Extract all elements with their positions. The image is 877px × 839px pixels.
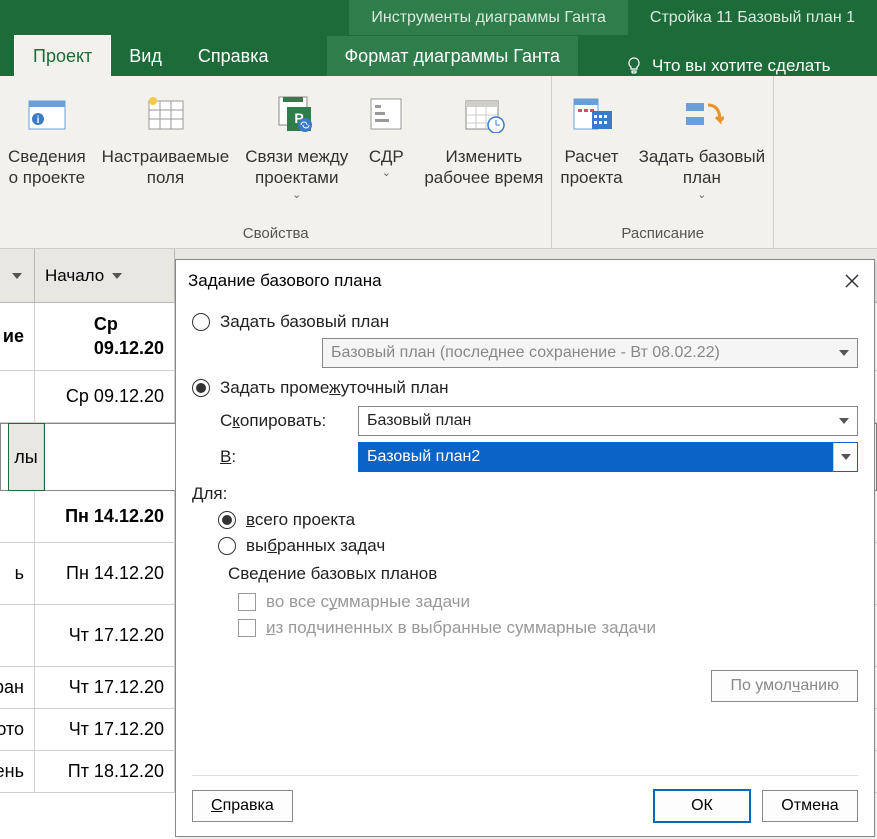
label: Начало bbox=[45, 266, 104, 286]
cell: ень bbox=[0, 751, 35, 792]
set-baseline-dialog: Задание базового плана Задать базовый пл… bbox=[175, 259, 875, 837]
tell-me-label: Что вы хотите сделать bbox=[652, 56, 830, 76]
calculator-icon bbox=[570, 92, 614, 136]
select-value: Базовый план bbox=[367, 412, 471, 430]
rollup-label: Сведение базовых планов bbox=[228, 564, 858, 584]
label: Расчет проекта bbox=[560, 146, 622, 189]
radio-set-baseline[interactable] bbox=[192, 313, 210, 331]
column-header-start[interactable]: Начало bbox=[35, 249, 175, 302]
cell: лы bbox=[9, 424, 44, 490]
close-button[interactable] bbox=[842, 271, 862, 291]
cell: Чт 17.12.20 bbox=[35, 709, 175, 750]
calculate-project-button[interactable]: Расчет проекта bbox=[552, 82, 630, 223]
into-label: В: bbox=[220, 447, 348, 467]
link-icon: P bbox=[275, 92, 319, 136]
ribbon: i Сведения о проекте Настраиваемые поля … bbox=[0, 76, 877, 249]
group-label-properties: Свойства bbox=[0, 223, 551, 244]
cell: Ср 09.12.20 bbox=[35, 371, 175, 422]
label: Связи между проектами bbox=[245, 146, 348, 189]
title-bar: Инструменты диаграммы Ганта Стройка 11 Б… bbox=[0, 0, 877, 35]
custom-fields-button[interactable]: Настраиваемые поля bbox=[94, 82, 238, 223]
cell: Чт 17.12.20 bbox=[35, 605, 175, 666]
project-info-button[interactable]: i Сведения о проекте bbox=[0, 82, 94, 223]
cell bbox=[0, 605, 35, 666]
chevron-down-icon: ⌄ bbox=[697, 189, 706, 203]
chevron-down-icon bbox=[841, 454, 851, 460]
info-icon: i bbox=[25, 92, 69, 136]
tell-me[interactable]: Что вы хотите сделать bbox=[608, 56, 846, 76]
radio-set-interim[interactable] bbox=[192, 379, 210, 397]
label: Сведения о проекте bbox=[8, 146, 86, 189]
cell bbox=[0, 371, 35, 422]
baseline-icon bbox=[680, 92, 724, 136]
svg-text:i: i bbox=[36, 115, 39, 126]
label: Настраиваемые поля bbox=[102, 146, 230, 189]
cell: ь bbox=[0, 543, 35, 604]
radio-label: Задать базовый план bbox=[220, 312, 389, 332]
help-button[interactable]: Справка bbox=[192, 790, 293, 822]
tab-view[interactable]: Вид bbox=[111, 36, 180, 76]
select-value: Базовый план (последнее сохранение - Вт … bbox=[331, 344, 720, 362]
ok-button[interactable]: ОК bbox=[654, 790, 750, 822]
close-icon bbox=[845, 274, 859, 288]
check-rollup-from bbox=[238, 619, 256, 637]
check-label: из подчиненных в выбранные суммарные зад… bbox=[266, 618, 656, 638]
tab-project[interactable]: Проект bbox=[14, 35, 111, 76]
cell: ие bbox=[0, 303, 35, 370]
cancel-button[interactable]: Отмена bbox=[762, 790, 858, 822]
set-baseline-button[interactable]: Задать базовый план ⌄ bbox=[631, 82, 774, 223]
tab-gantt-format[interactable]: Формат диаграммы Ганта bbox=[327, 36, 579, 76]
into-select[interactable]: Базовый план2 bbox=[358, 442, 858, 472]
radio-whole-project[interactable] bbox=[218, 511, 236, 529]
cell: Чт 17.12.20 bbox=[35, 667, 175, 708]
for-label: Для: bbox=[192, 484, 858, 504]
default-button[interactable]: По умолчанию bbox=[711, 670, 858, 702]
dialog-titlebar: Задание базового плана bbox=[176, 260, 874, 302]
links-button[interactable]: P Связи между проектами ⌄ bbox=[237, 82, 356, 223]
calendar-clock-icon bbox=[462, 92, 506, 136]
chevron-down-icon: ⌄ bbox=[382, 167, 391, 181]
ribbon-tabs: Проект Вид Справка Формат диаграммы Гант… bbox=[0, 35, 877, 76]
dropdown-icon bbox=[112, 273, 122, 279]
cell: Пт 18.12.20 bbox=[35, 751, 175, 792]
check-label: во все суммарные задачи bbox=[266, 592, 470, 612]
grid-icon bbox=[143, 92, 187, 136]
cell bbox=[0, 491, 35, 542]
dialog-title: Задание базового плана bbox=[188, 271, 382, 291]
cell: Пн 14.12.20 bbox=[35, 491, 175, 542]
radio-label: выбранных задач bbox=[246, 536, 385, 556]
cell: Ср 09.12.20 bbox=[35, 303, 175, 370]
check-rollup-all bbox=[238, 593, 256, 611]
group-label-schedule: Расписание bbox=[552, 223, 773, 244]
copy-select[interactable]: Базовый план bbox=[358, 406, 858, 436]
document-title: Стройка 11 Базовый план 1 bbox=[628, 0, 877, 35]
lightbulb-icon bbox=[624, 56, 644, 76]
cell: Пн 14.12.20 bbox=[35, 543, 175, 604]
tab-help[interactable]: Справка bbox=[180, 36, 287, 76]
radio-label: всего проекта bbox=[246, 510, 355, 530]
wbs-button[interactable]: СДР ⌄ bbox=[356, 82, 416, 223]
label: Изменить рабочее время bbox=[424, 146, 543, 189]
chevron-down-icon bbox=[839, 350, 849, 356]
copy-label: Скопировать: bbox=[220, 411, 348, 431]
radio-selected-tasks[interactable] bbox=[218, 537, 236, 555]
wbs-icon bbox=[364, 92, 408, 136]
cell: ран bbox=[0, 667, 35, 708]
indicator-col[interactable] bbox=[0, 249, 35, 302]
chevron-down-icon: ⌄ bbox=[292, 189, 301, 203]
cell: ото bbox=[0, 709, 35, 750]
dropdown-icon bbox=[12, 273, 22, 279]
select-value: Базовый план2 bbox=[367, 448, 480, 466]
label: Задать базовый план bbox=[639, 146, 766, 189]
radio-label: Задать промежуточный план bbox=[220, 378, 449, 398]
change-working-time-button[interactable]: Изменить рабочее время bbox=[416, 82, 551, 223]
label: СДР bbox=[369, 146, 404, 167]
chevron-down-icon bbox=[839, 418, 849, 424]
baseline-select-disabled: Базовый план (последнее сохранение - Вт … bbox=[322, 338, 858, 368]
context-tab-gantt[interactable]: Инструменты диаграммы Ганта bbox=[349, 0, 628, 35]
